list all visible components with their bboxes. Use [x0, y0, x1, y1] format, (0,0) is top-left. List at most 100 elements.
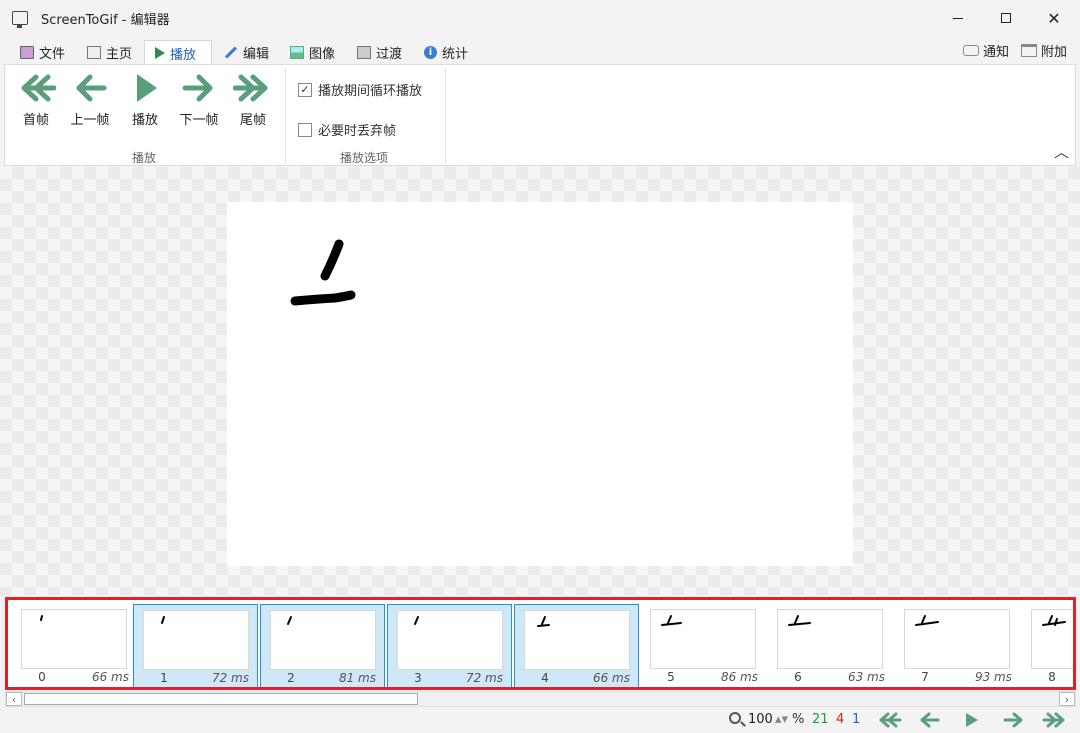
maximize-icon [1001, 13, 1011, 23]
previous-frame-button[interactable]: 上一帧 [65, 71, 115, 129]
collapse-ribbon-button[interactable]: ︿ [1054, 141, 1069, 162]
previous-frame-nav-icon[interactable] [917, 711, 943, 729]
play-nav-icon[interactable] [958, 711, 984, 729]
frame-delay: 66 ms [91, 670, 129, 684]
double-arrow-left-icon [21, 74, 56, 102]
image-icon [290, 45, 304, 59]
zoom-spinner-icon[interactable]: ▴▾ [775, 712, 788, 727]
close-icon: ✕ [1047, 8, 1061, 28]
frame-number: 5 [667, 670, 675, 684]
next-frame-label: 下一帧 [179, 113, 219, 128]
frame-thumbnail[interactable]: 5 86 ms [641, 604, 766, 687]
zoom-unit: % [792, 712, 805, 727]
checkbox-unchecked-icon [298, 122, 312, 137]
next-frame-nav-icon[interactable] [1000, 711, 1026, 729]
last-frame-nav-icon[interactable] [1042, 711, 1068, 729]
playback-group-label: 播放 [132, 151, 157, 165]
tab-label: 播放 [170, 47, 197, 63]
total-frames-count: 21 [812, 712, 829, 727]
zoom-value[interactable]: 100 [748, 712, 773, 727]
play-icon [155, 47, 165, 59]
notifications-label: 通知 [983, 44, 1010, 60]
scroll-left-icon[interactable]: ‹ [6, 692, 22, 706]
notifications-button[interactable]: 通知 [963, 40, 1009, 60]
extras-label: 附加 [1041, 44, 1068, 60]
drop-frames-label: 必要时丢弃帧 [318, 124, 397, 139]
tab-statistics[interactable]: i 统计 [420, 40, 472, 64]
thumbnail-image [270, 610, 376, 670]
last-frame-button[interactable]: 尾帧 [228, 71, 278, 129]
tab-edit[interactable]: 编辑 [220, 40, 273, 64]
frame-number: 2 [287, 671, 295, 685]
playback-options-group-label: 播放选项 [340, 151, 389, 165]
drop-frames-checkbox[interactable]: 必要时丢弃帧 [298, 120, 396, 139]
frame-thumbnail[interactable]: 2 81 ms [260, 604, 385, 687]
current-frame-index: 1 [852, 712, 861, 727]
canvas-area [0, 167, 1080, 595]
frame-thumbnail[interactable]: 0 66 ms [12, 604, 137, 687]
frame-thumbnail[interactable]: 3 72 ms [387, 604, 512, 687]
first-frame-label: 首帧 [22, 113, 49, 128]
zoom-magnifier-icon [729, 712, 741, 724]
frame-number: 3 [414, 671, 422, 685]
frame-delay: 72 ms [211, 671, 249, 685]
tab-transitions[interactable]: 过渡 [353, 40, 406, 64]
tab-file[interactable]: 文件 [16, 40, 69, 64]
tab-label: 图像 [309, 46, 336, 62]
scroll-right-icon[interactable]: › [1059, 692, 1075, 706]
thumbnail-image [21, 609, 127, 669]
arrow-left-icon [76, 74, 107, 102]
transition-icon [357, 45, 371, 59]
group-separator [285, 69, 286, 163]
ribbon-panel: 首帧 上一帧 播放 下一帧 尾帧 播放 ✓ 播放期间循环播放 必要时丢弃帧 播放… [4, 64, 1076, 166]
tab-playback[interactable]: 播放 [144, 40, 212, 65]
extras-button[interactable]: 附加 [1021, 40, 1067, 60]
frame-delay: 93 ms [974, 670, 1012, 684]
window-icon [1021, 43, 1037, 57]
play-button[interactable]: 播放 [120, 71, 170, 129]
frame-delay: 86 ms [720, 670, 758, 684]
thumbnail-image [143, 610, 249, 670]
selected-frames-count: 4 [836, 712, 845, 727]
arrow-right-icon [182, 74, 213, 102]
frame-number: 4 [541, 671, 549, 685]
previous-frame-label: 上一帧 [70, 113, 110, 128]
close-button[interactable]: ✕ [1030, 0, 1078, 36]
tab-home[interactable]: 主页 [83, 40, 136, 64]
first-frame-button[interactable]: 首帧 [11, 71, 61, 129]
thumbnail-image [524, 610, 630, 670]
loop-playback-checkbox[interactable]: ✓ 播放期间循环播放 [298, 80, 422, 99]
window-title: ScreenToGif - 编辑器 [41, 12, 170, 28]
scrollbar-thumb[interactable] [24, 693, 418, 705]
tab-image[interactable]: 图像 [286, 40, 339, 64]
frame-number: 0 [38, 670, 46, 684]
tab-label: 主页 [106, 46, 133, 62]
thumbnail-image [777, 609, 883, 669]
frame-thumbnail[interactable]: 7 93 ms [895, 604, 1020, 687]
minimize-icon [953, 17, 963, 19]
ribbon-tabs: 文件 主页 播放 编辑 图像 过渡 i 统计 [0, 40, 1080, 65]
frame-preview [227, 202, 853, 566]
frame-number: 7 [921, 670, 929, 684]
frame-delay: 81 ms [338, 671, 376, 685]
frame-number: 6 [794, 670, 802, 684]
timeline-scrollbar[interactable]: ‹ › [5, 691, 1076, 707]
frame-delay: 63 ms [847, 670, 885, 684]
minimize-button[interactable] [934, 0, 982, 36]
maximize-button[interactable] [982, 0, 1030, 36]
first-frame-nav-icon[interactable] [876, 711, 902, 729]
pencil-icon [224, 45, 238, 59]
frame-thumbnail[interactable]: 1 72 ms [133, 604, 258, 687]
frame-thumbnail[interactable]: 6 63 ms [768, 604, 893, 687]
tab-label: 统计 [442, 46, 469, 62]
frame-thumbnail[interactable]: 8 [1022, 604, 1073, 687]
title-bar: ScreenToGif - 编辑器 ✕ [0, 0, 1080, 36]
double-arrow-right-icon [233, 74, 268, 102]
next-frame-button[interactable]: 下一帧 [174, 71, 224, 129]
frame-number: 1 [160, 671, 168, 685]
play-triangle-icon [137, 74, 157, 102]
frame-thumbnail[interactable]: 4 66 ms [514, 604, 639, 687]
frame-number: 8 [1048, 670, 1056, 684]
checkbox-checked-icon: ✓ [298, 82, 312, 97]
thumbnail-image [1031, 609, 1073, 669]
